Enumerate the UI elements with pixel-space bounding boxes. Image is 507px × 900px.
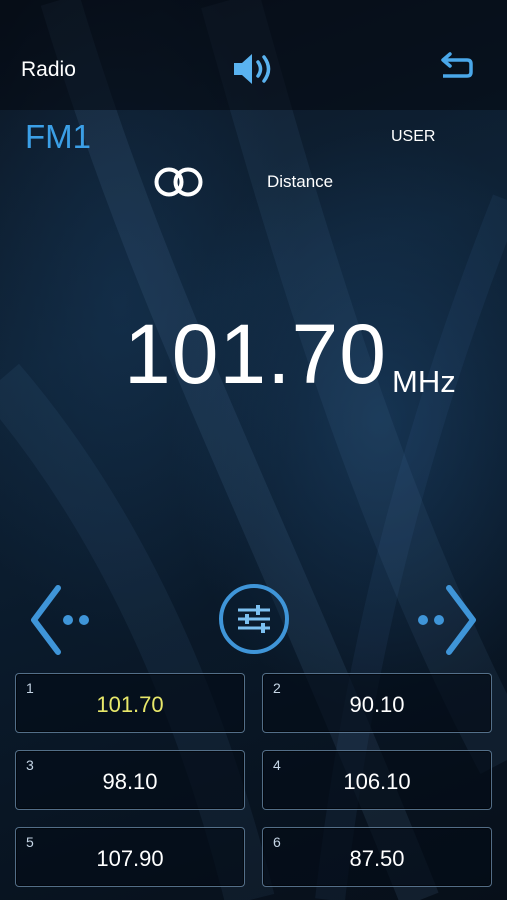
app-title: Radio [21, 58, 76, 81]
preset-button-6[interactable]: 6 87.50 [262, 827, 492, 887]
preset-frequency: 87.50 [349, 846, 405, 871]
back-button[interactable] [437, 52, 475, 84]
stereo-icon [154, 167, 203, 197]
frequency-display: 101.70 [124, 307, 387, 401]
preset-frequency: 101.70 [96, 692, 164, 717]
preset-button-4[interactable]: 4 106.10 [262, 750, 492, 810]
preset-button-2[interactable]: 2 90.10 [262, 673, 492, 733]
back-arrow-icon [441, 52, 473, 78]
equalizer-icon [219, 584, 289, 654]
band-label[interactable]: FM1 [25, 118, 91, 156]
equalizer-button[interactable] [217, 582, 291, 656]
preset-frequency: 107.90 [96, 846, 164, 871]
preset-frequency: 90.10 [349, 692, 405, 717]
seek-forward-button[interactable] [411, 582, 479, 658]
preset-button-5[interactable]: 5 107.90 [15, 827, 245, 887]
preset-button-1[interactable]: 1 101.70 [15, 673, 245, 733]
seek-forward-icon [418, 585, 476, 655]
seek-back-button[interactable] [28, 582, 96, 658]
preset-button-3[interactable]: 3 98.10 [15, 750, 245, 810]
frequency-unit: MHz [392, 364, 456, 399]
seek-back-icon [31, 585, 89, 655]
stereo-indicator [152, 166, 206, 198]
preset-frequency: 106.10 [343, 769, 411, 794]
volume-button[interactable] [232, 50, 276, 88]
preset-frequency: 98.10 [102, 769, 158, 794]
reception-mode[interactable]: Distance [267, 172, 333, 192]
volume-icon [234, 54, 271, 84]
mode-label[interactable]: USER [391, 128, 435, 146]
